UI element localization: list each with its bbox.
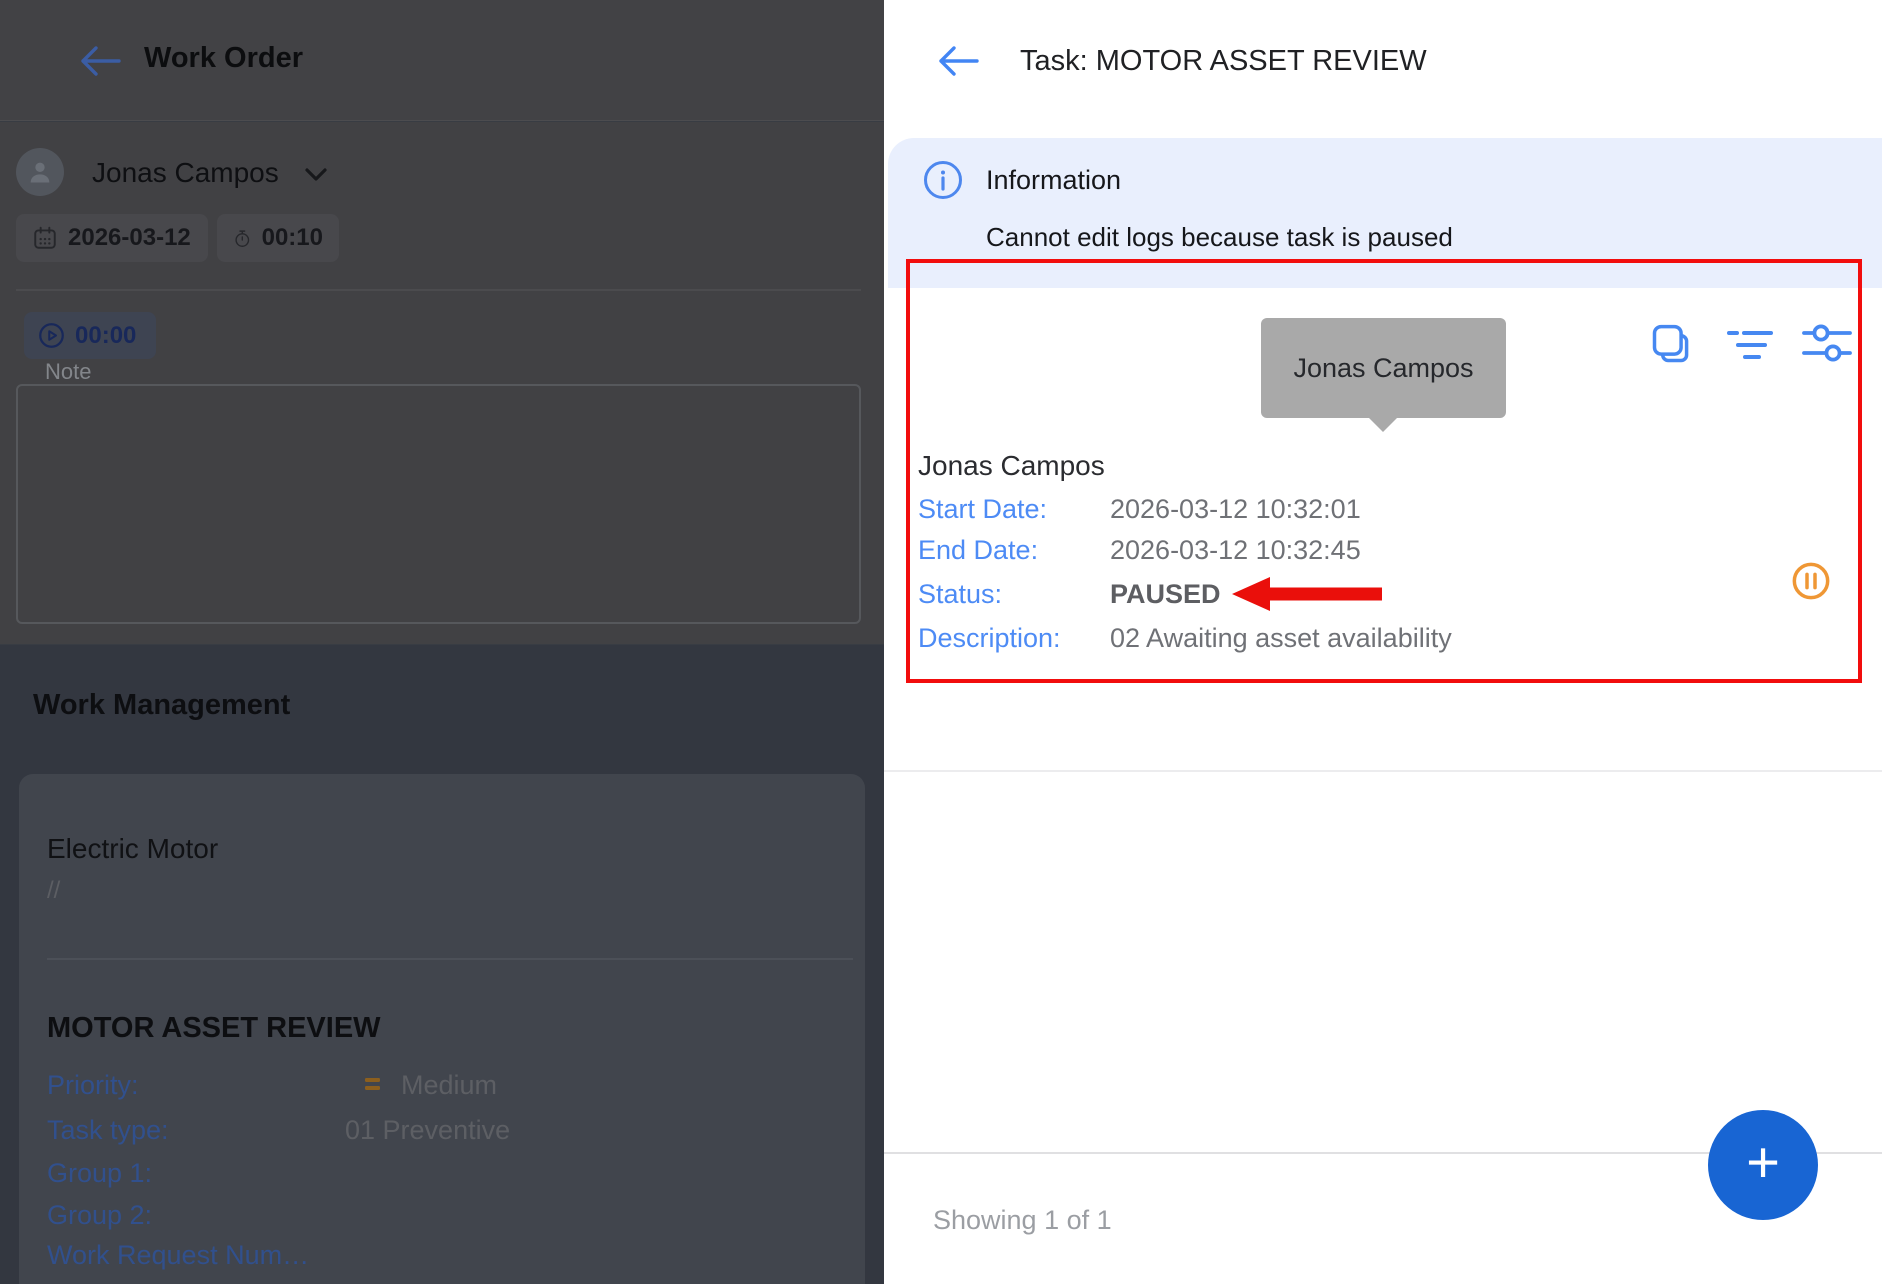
plus-icon: + [1746, 1134, 1780, 1192]
field-label: Work Request Num… [47, 1238, 309, 1272]
log-value: 2026-03-12 10:32:45 [1110, 533, 1361, 567]
timer-chip[interactable]: 00:00 [24, 312, 156, 359]
person-icon [26, 158, 54, 186]
field-label: Group 1: [47, 1156, 152, 1190]
copy-icon [1649, 321, 1693, 367]
estimated-duration: 00:10 [262, 224, 323, 252]
back-button[interactable] [78, 44, 122, 78]
field-value: 01 Preventive [345, 1113, 510, 1147]
field-label: Group 2: [47, 1198, 152, 1232]
equals-icon [363, 1076, 385, 1094]
screen: Work Order Jonas Campos 2026-0 [0, 0, 1882, 1284]
field-group-2: Group 2: [19, 1198, 865, 1232]
field-label: Priority: [47, 1068, 139, 1102]
task-log-panel: Task: MOTOR ASSET REVIEW Information Can… [884, 0, 1882, 1284]
section-title: Work Management [33, 687, 290, 723]
log-value: 2026-03-12 10:32:01 [1110, 492, 1361, 526]
arrow-left-icon [936, 44, 980, 78]
elapsed-timer: 00:00 [75, 322, 136, 350]
tooltip-text: Jonas Campos [1293, 353, 1473, 384]
task-title: MOTOR ASSET REVIEW [47, 1010, 381, 1046]
log-value: 02 Awaiting asset availability [1110, 621, 1452, 655]
log-user-name[interactable]: Jonas Campos [918, 448, 1105, 484]
assignee-selector[interactable]: Jonas Campos [92, 155, 279, 191]
log-row-start-date: Start Date: 2026-03-12 10:32:01 [884, 492, 1840, 526]
panel-back-button[interactable] [936, 44, 980, 78]
log-label: Description: [918, 621, 1061, 655]
banner-message: Cannot edit logs because task is paused [986, 218, 1453, 256]
calendar-icon [32, 225, 58, 251]
log-row-end-date: End Date: 2026-03-12 10:32:45 [884, 533, 1840, 567]
log-label: End Date: [918, 533, 1038, 567]
duration-chip[interactable]: 00:10 [217, 214, 339, 262]
work-order-page: Work Order Jonas Campos 2026-0 [0, 0, 884, 1284]
chevron-down-icon[interactable] [303, 165, 329, 185]
copy-button[interactable] [1649, 321, 1693, 367]
log-label: Start Date: [918, 492, 1047, 526]
avatar [16, 148, 64, 196]
status-value: PAUSED [1110, 577, 1221, 611]
pause-circle-icon [1791, 561, 1831, 601]
sliders-icon [1802, 322, 1852, 364]
play-circle-icon [38, 322, 65, 349]
field-group-1: Group 1: [19, 1156, 865, 1190]
log-row-description: Description: 02 Awaiting asset availabil… [884, 621, 1840, 655]
stopwatch-icon [233, 226, 252, 251]
arrow-left-icon [78, 44, 122, 78]
panel-title: Task: MOTOR ASSET REVIEW [1020, 42, 1427, 80]
priority-medium-icon [363, 1076, 385, 1094]
note-input[interactable] [16, 384, 861, 624]
log-row-status: Status: PAUSED [884, 577, 1840, 611]
divider [884, 770, 1882, 772]
divider [47, 958, 853, 960]
field-work-request-number: Work Request Num… [19, 1238, 865, 1272]
field-label: Task type: [47, 1113, 169, 1147]
showing-count: Showing 1 of 1 [933, 1202, 1112, 1238]
field-task-type: Task type: 01 Preventive [19, 1113, 865, 1147]
field-value: Medium [401, 1068, 497, 1102]
pause-button[interactable] [1791, 561, 1831, 601]
banner-title: Information [986, 160, 1121, 200]
work-order-header [0, 0, 884, 121]
divider [16, 289, 861, 291]
field-priority: Priority: Medium [19, 1068, 865, 1102]
filter-icon [1727, 329, 1773, 361]
info-icon [922, 159, 964, 201]
filter-button[interactable] [1727, 329, 1773, 361]
log-label: Status: [918, 577, 1002, 611]
asset-path: // [47, 875, 60, 907]
add-log-fab[interactable]: + [1708, 1110, 1818, 1220]
scheduled-date: 2026-03-12 [68, 224, 191, 252]
asset-name: Electric Motor [47, 831, 218, 867]
note-label: Note [38, 360, 98, 384]
info-banner: Information Cannot edit logs because tas… [888, 138, 1882, 288]
task-card[interactable]: Electric Motor // MOTOR ASSET REVIEW Pri… [19, 774, 865, 1284]
page-title: Work Order [144, 40, 303, 76]
settings-sliders-button[interactable] [1802, 322, 1852, 364]
assignee-tooltip: Jonas Campos [1261, 318, 1506, 418]
scheduled-date-chip[interactable]: 2026-03-12 [16, 214, 208, 262]
